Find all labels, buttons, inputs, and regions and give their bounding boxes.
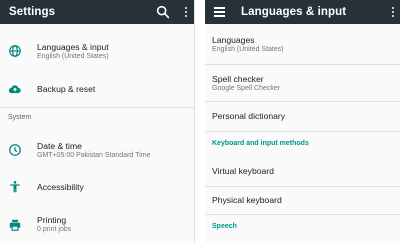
section-divider (0, 107, 194, 108)
lang-item-subtitle: English (United States) (212, 46, 284, 53)
settings-item-accessibility[interactable]: Accessibility (0, 170, 194, 204)
lang-item-spell-checker[interactable]: Spell checker Google Spell Checker (205, 65, 400, 101)
globe-icon (8, 44, 22, 58)
lang-item-title: Languages (212, 35, 255, 45)
lang-item-virtual-keyboard[interactable]: Virtual keyboard (205, 156, 400, 186)
lang-item-title: Spell checker (212, 74, 264, 84)
settings-app-bar: Settings (0, 0, 194, 24)
settings-item-title: Languages & input (37, 42, 109, 52)
section-header-system: System (8, 114, 32, 121)
lang-item-personal-dictionary[interactable]: Personal dictionary (205, 102, 400, 130)
list-divider (205, 214, 400, 215)
languages-input-app-bar: Languages & input (205, 0, 400, 24)
settings-item-title: Backup & reset (37, 84, 96, 94)
clock-icon (8, 143, 22, 157)
settings-item-title: Accessibility (37, 182, 84, 192)
lang-item-languages[interactable]: Languages English (United States) (205, 30, 400, 64)
settings-item-title: Printing (37, 215, 67, 225)
section-header-speech: Speech (212, 223, 237, 230)
lang-item-physical-keyboard[interactable]: Physical keyboard (205, 187, 400, 214)
lang-item-title: Physical keyboard (212, 195, 282, 205)
printer-icon (8, 218, 22, 232)
settings-title: Settings (9, 6, 56, 18)
menu-icon[interactable] (214, 7, 225, 17)
settings-item-date-time[interactable]: Date & time GMT+05:00 Pakistan Standard … (0, 132, 194, 168)
settings-item-title: Date & time (37, 141, 82, 151)
settings-item-subtitle: English (United States) (37, 53, 109, 60)
list-divider (205, 131, 400, 132)
section-header-keyboard: Keyboard and input methods (212, 140, 309, 147)
cloud-upload-icon (8, 82, 22, 96)
more-vert-icon[interactable] (178, 4, 194, 20)
settings-item-subtitle: GMT+05:00 Pakistan Standard Time (37, 152, 151, 159)
settings-item-languages-input[interactable]: Languages & input English (United States… (0, 34, 194, 70)
accessibility-icon (8, 180, 22, 194)
languages-input-title: Languages & input (241, 6, 347, 18)
settings-item-printing[interactable]: Printing 0 print jobs (0, 207, 194, 243)
languages-input-panel: Languages & input Languages English (Uni… (205, 0, 400, 243)
more-vert-icon[interactable] (385, 4, 400, 20)
lang-item-title: Virtual keyboard (212, 166, 274, 176)
lang-item-subtitle: Google Spell Checker (212, 85, 281, 92)
lang-item-title: Personal dictionary (212, 111, 286, 121)
settings-panel: Settings Languages & input English (Unit… (0, 0, 195, 243)
settings-item-backup-reset[interactable]: Backup & reset (0, 72, 194, 106)
settings-item-subtitle: 0 print jobs (37, 226, 72, 233)
search-icon[interactable] (155, 4, 171, 20)
